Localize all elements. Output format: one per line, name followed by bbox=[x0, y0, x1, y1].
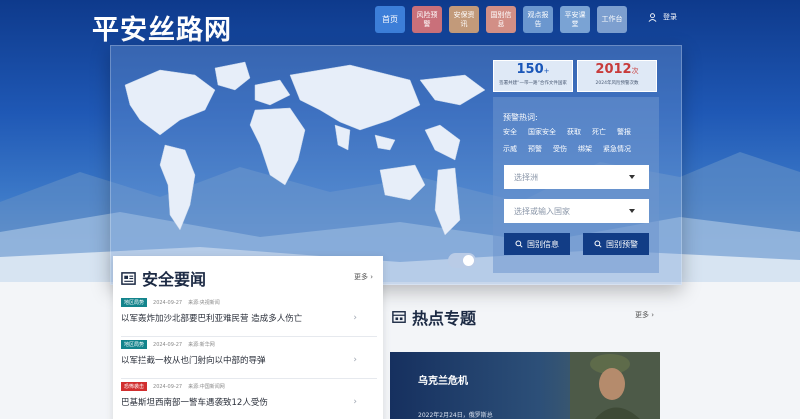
chevron-right-icon: › bbox=[651, 311, 655, 319]
news-date: 2024-09-27 bbox=[153, 299, 183, 306]
stat-caption: 2024年风险预警次数 bbox=[595, 81, 639, 86]
stat-number: 2012 bbox=[595, 62, 632, 77]
chevron-right-icon: › bbox=[370, 273, 374, 281]
hot-topic-card[interactable]: 乌克兰危机 2022年2月24日，俄罗斯总 bbox=[390, 352, 660, 419]
news-title[interactable]: 以军拦截一枚从也门射向以中部的导弹 bbox=[121, 354, 377, 366]
stat-partner-countries: 150+ 签署共建“一带一路”合作文件国家 bbox=[493, 60, 573, 92]
hot-tag[interactable]: 受伤 bbox=[553, 144, 567, 154]
hot-words: 安全 国家安全 获取 死亡 警报 示威 预警 受伤 绑架 紧急情况 bbox=[503, 127, 653, 161]
country-placeholder: 选择或输入国家 bbox=[514, 206, 570, 216]
country-info-button[interactable]: 国别信息 bbox=[504, 233, 570, 255]
section-title: 安全要闻 bbox=[142, 270, 207, 289]
hot-tag[interactable]: 死亡 bbox=[592, 127, 606, 137]
stat-warning-count: 2012次 2024年风险预警次数 bbox=[577, 60, 657, 92]
news-list: 地区局势 2024-09-27 来源:央视新闻 以军轰炸加沙北部要巴利亚难民营 … bbox=[121, 295, 377, 419]
hot-tag[interactable]: 获取 bbox=[567, 127, 581, 137]
user-icon bbox=[648, 12, 657, 22]
hot-tag[interactable]: 警报 bbox=[617, 127, 631, 137]
continent-placeholder: 选择洲 bbox=[514, 172, 538, 182]
nav-home[interactable]: 首页 bbox=[375, 6, 405, 33]
hot-tag[interactable]: 预警 bbox=[528, 144, 542, 154]
stat-suffix: 次 bbox=[631, 67, 639, 75]
news-source: 来源:新华网 bbox=[188, 342, 215, 348]
caret-down-icon bbox=[629, 175, 635, 179]
nav-workbench[interactable]: 工作台 bbox=[597, 6, 627, 33]
hot-tag[interactable]: 安全 bbox=[503, 127, 517, 137]
login-area[interactable]: 登录 bbox=[648, 12, 677, 22]
news-title[interactable]: 以军轰炸加沙北部要巴利亚难民营 造成多人伤亡 bbox=[121, 312, 377, 324]
country-warning-label: 国别预警 bbox=[606, 239, 638, 249]
news-title[interactable]: 巴基斯坦西南部一警车遇袭致12人受伤 bbox=[121, 396, 377, 408]
nav-risk-warning[interactable]: 风险预警 bbox=[412, 6, 442, 33]
world-map[interactable] bbox=[120, 50, 490, 245]
country-info-label: 国别信息 bbox=[527, 239, 559, 249]
news-source: 来源:中国新闻网 bbox=[188, 384, 225, 390]
news-icon bbox=[121, 271, 136, 285]
hot-topics-header: 热点专题 bbox=[392, 305, 476, 329]
hot-topic-date: 2022年2月24日，俄罗斯总 bbox=[418, 412, 493, 419]
view-toggle[interactable] bbox=[448, 253, 476, 268]
category-badge: 地区局势 bbox=[121, 298, 148, 307]
main-nav: 首页 风险预警 安保资讯 国别信息 观点报告 平安课堂 工作台 bbox=[375, 6, 627, 33]
nav-reports[interactable]: 观点报告 bbox=[523, 6, 553, 33]
caret-down-icon bbox=[629, 209, 635, 213]
news-date: 2024-09-27 bbox=[153, 383, 183, 390]
security-news-panel: 安全要闻 更多 › 地区局势 2024-09-27 来源:央视新闻 以军轰炸加沙… bbox=[113, 256, 383, 419]
search-icon bbox=[594, 240, 602, 248]
chevron-right-icon: › bbox=[353, 355, 357, 365]
country-warning-button[interactable]: 国别预警 bbox=[583, 233, 649, 255]
category-badge: 恐怖袭击 bbox=[121, 382, 148, 391]
news-source: 来源:央视新闻 bbox=[188, 300, 220, 306]
news-more-link[interactable]: 更多 › bbox=[354, 272, 373, 282]
hot-tag[interactable]: 示威 bbox=[503, 144, 517, 154]
hot-topic-title: 乌克兰危机 bbox=[418, 376, 468, 387]
stat-suffix: + bbox=[543, 67, 550, 75]
hot-tag[interactable]: 国家安全 bbox=[528, 127, 556, 137]
hot-words-title: 预警热词: bbox=[503, 113, 538, 122]
toggle-knob bbox=[463, 255, 474, 266]
news-item[interactable]: 地区局势 2024-09-27 来源:央视新闻 以军轰炸加沙北部要巴利亚难民营 … bbox=[121, 295, 377, 337]
hot-tag[interactable]: 绑架 bbox=[578, 144, 592, 154]
section-title: 热点专题 bbox=[412, 309, 477, 328]
continent-select[interactable]: 选择洲 bbox=[504, 165, 649, 189]
stat-number: 150 bbox=[516, 62, 544, 77]
news-item[interactable]: 恐怖袭击 2024-09-27 来源:中国新闻网 巴基斯坦西南部一警车遇袭致12… bbox=[121, 379, 377, 419]
news-item[interactable]: 地区局势 2024-09-27 来源:新华网 以军拦截一枚从也门射向以中部的导弹… bbox=[121, 337, 377, 379]
nav-security-news[interactable]: 安保资讯 bbox=[449, 6, 479, 33]
search-icon bbox=[515, 240, 523, 248]
soldier-image bbox=[570, 352, 660, 419]
chevron-right-icon: › bbox=[353, 313, 357, 323]
more-label: 更多 bbox=[635, 311, 649, 319]
nav-country-info[interactable]: 国别信息 bbox=[486, 6, 516, 33]
site-logo[interactable]: 平安丝路网 bbox=[92, 8, 232, 47]
country-select[interactable]: 选择或输入国家 bbox=[504, 199, 649, 223]
nav-safety-class[interactable]: 平安课堂 bbox=[560, 6, 590, 33]
login-link[interactable]: 登录 bbox=[663, 12, 677, 22]
chevron-right-icon: › bbox=[353, 397, 357, 407]
topic-icon bbox=[392, 311, 406, 323]
more-label: 更多 bbox=[354, 273, 368, 281]
hot-tag[interactable]: 紧急情况 bbox=[603, 144, 631, 154]
stat-caption: 签署共建“一带一路”合作文件国家 bbox=[499, 81, 567, 86]
news-date: 2024-09-27 bbox=[153, 341, 183, 348]
hot-topics-more-link[interactable]: 更多 › bbox=[635, 310, 654, 320]
category-badge: 地区局势 bbox=[121, 340, 148, 349]
